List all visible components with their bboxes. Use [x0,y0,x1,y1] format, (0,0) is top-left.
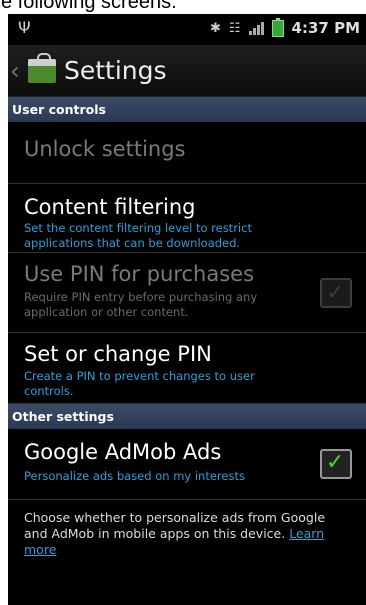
bluetooth-icon: ✱ [209,20,221,36]
section-header-other-settings: Other settings [8,404,366,429]
unlock-settings-title: Unlock settings [24,137,186,161]
phone-screen: Ψ ✱ ☷ 4:37 PM ‹ Settings User controls U… [8,14,366,605]
wifi-icon: ☷ [228,20,241,36]
admob-description: Choose whether to personalize ads from G… [8,500,366,558]
admob-ads-summary: Personalize ads based on my interests [24,469,245,483]
content-filtering-item[interactable]: Content filtering Set the content filter… [8,184,366,253]
admob-ads-checkbox[interactable]: ✓ [320,449,352,479]
admob-ads-item[interactable]: Google AdMob Ads Personalize ads based o… [8,429,366,500]
caption-text: e following screens. [1,0,177,13]
admob-description-text: Choose whether to personalize ads from G… [24,510,326,541]
use-pin-checkbox[interactable]: ✓ [320,278,352,308]
admob-ads-title: Google AdMob Ads [24,440,222,464]
use-pin-title: Use PIN for purchases [24,262,255,286]
page-caption: e following screens. [0,0,366,14]
check-icon: ✓ [327,280,344,304]
battery-icon [271,17,284,37]
title-bar[interactable]: ‹ Settings [8,45,366,97]
chevron-left-icon[interactable]: ‹ [10,57,26,85]
content-filtering-title: Content filtering [24,195,196,219]
use-pin-item[interactable]: Use PIN for purchases Require PIN entry … [8,253,366,333]
market-bag-icon [28,52,56,83]
status-time: 4:37 PM [291,19,360,37]
usb-icon: Ψ [18,18,31,37]
section-header-user-controls: User controls [8,97,366,122]
set-pin-item[interactable]: Set or change PIN Create a PIN to preven… [8,333,366,404]
status-bar: Ψ ✱ ☷ 4:37 PM [8,14,366,45]
set-pin-title: Set or change PIN [24,342,212,366]
status-icons: ✱ ☷ 4:37 PM [209,17,360,37]
set-pin-summary: Create a PIN to prevent changes to user … [24,369,255,398]
content-filtering-summary: Set the content filtering level to restr… [24,221,252,250]
unlock-settings-item[interactable]: Unlock settings [8,122,366,184]
signal-icon [248,21,264,35]
check-icon: ✓ [326,450,345,475]
page-title: Settings [64,56,167,85]
use-pin-summary: Require PIN entry before purchasing any … [24,290,258,319]
